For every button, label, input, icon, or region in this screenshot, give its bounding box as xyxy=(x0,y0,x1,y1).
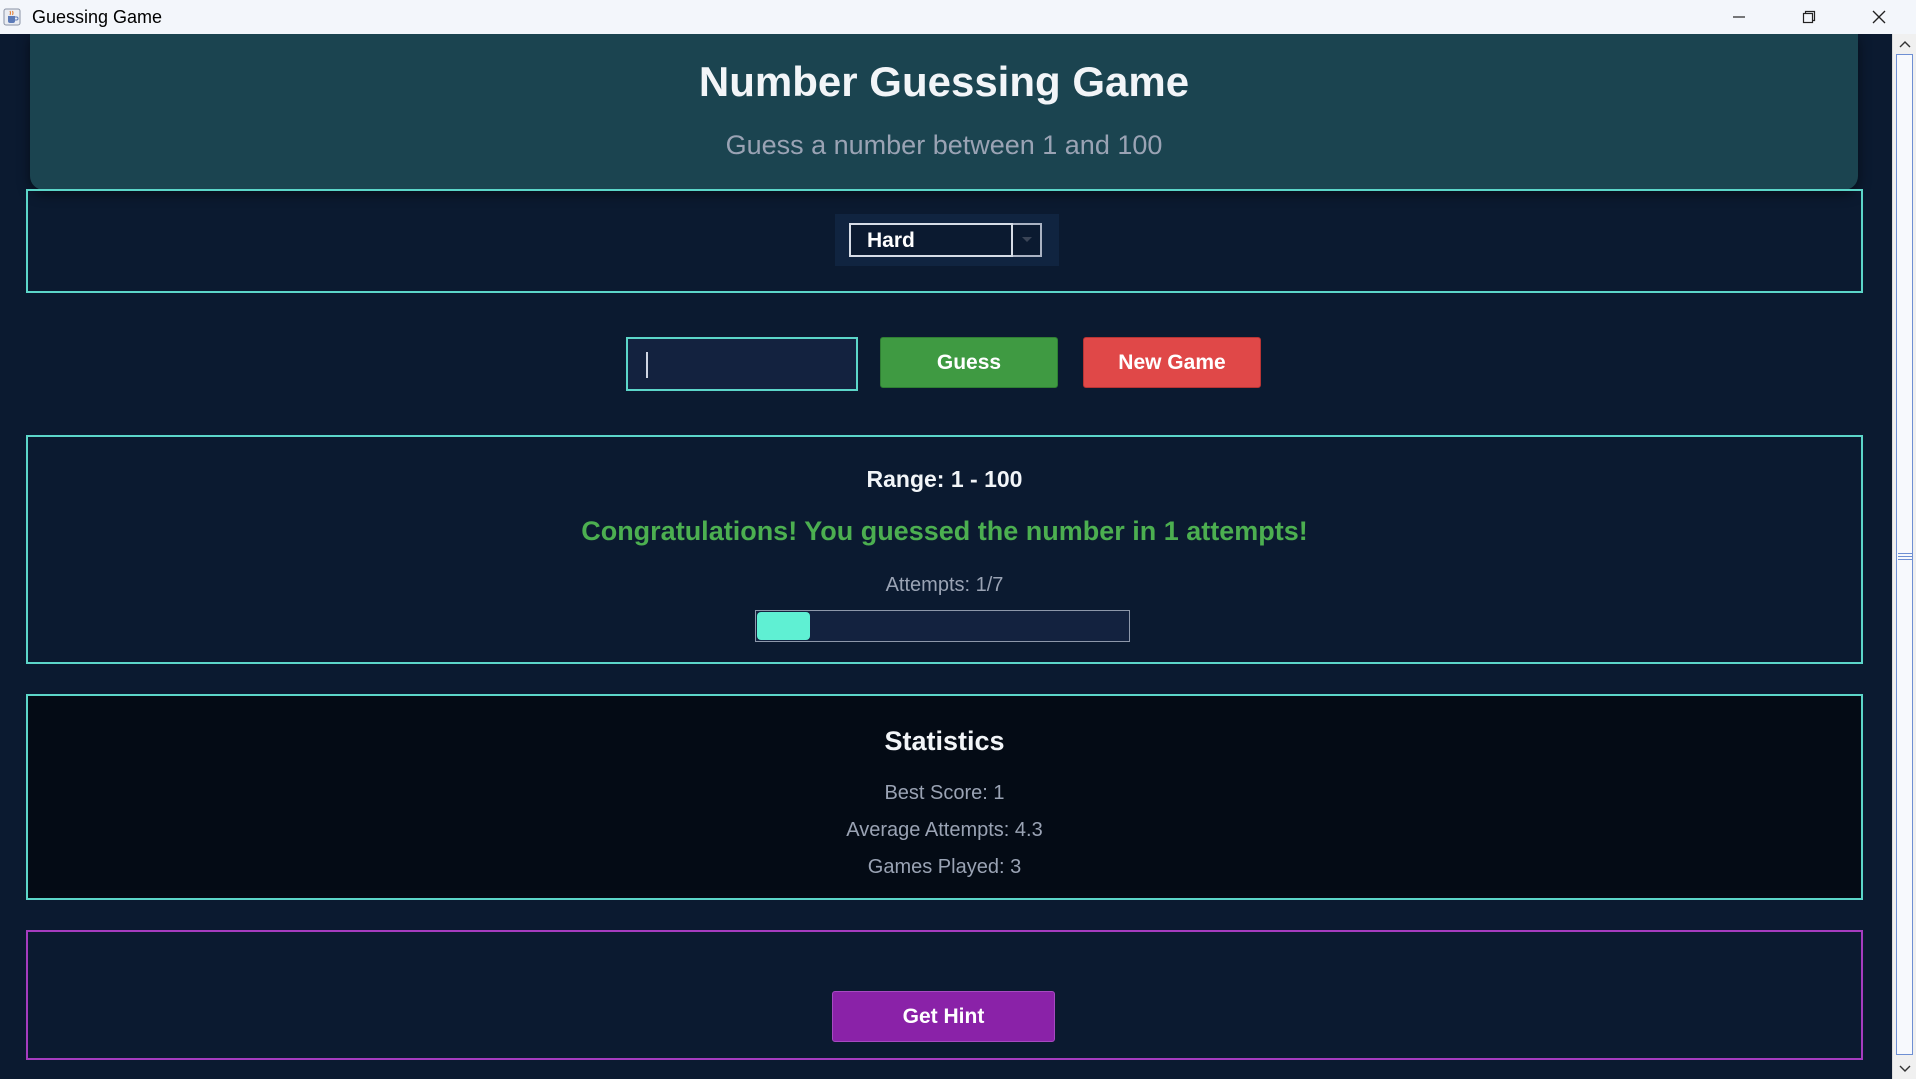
close-button[interactable] xyxy=(1846,0,1912,34)
attempts-label: Attempts: 1/7 xyxy=(885,574,1004,596)
get-hint-button[interactable]: Get Hint xyxy=(832,991,1055,1042)
minimize-icon xyxy=(1733,16,1745,18)
java-cup-icon xyxy=(3,8,21,26)
arrow-down-icon xyxy=(1899,1065,1911,1072)
scrollbar-grip xyxy=(1898,553,1913,562)
vertical-scrollbar[interactable] xyxy=(1892,34,1916,1079)
difficulty-combo-wrapper: Hard xyxy=(835,214,1059,266)
range-label: Range: 1 - 100 xyxy=(866,466,1023,492)
header-panel: Number Guessing Game Guess a number betw… xyxy=(30,34,1858,190)
status-panel: Range: 1 - 100 Congratulations! You gues… xyxy=(26,435,1863,664)
page-title: Number Guessing Game xyxy=(698,58,1190,105)
guess-input[interactable] xyxy=(626,337,858,391)
average-attempts: Average Attempts: 4.3 xyxy=(846,819,1043,841)
window-title-bar: Guessing Game xyxy=(0,0,1916,35)
scroll-down-button[interactable] xyxy=(1893,1059,1916,1079)
restore-icon xyxy=(1802,10,1816,24)
statistics-title: Statistics xyxy=(884,726,1005,756)
window-title: Guessing Game xyxy=(32,7,163,27)
difficulty-dropdown-button[interactable] xyxy=(1013,223,1042,257)
guess-button[interactable]: Guess xyxy=(880,337,1058,388)
minimize-button[interactable] xyxy=(1706,0,1772,34)
games-played: Games Played: 3 xyxy=(867,856,1022,878)
difficulty-select[interactable]: Hard xyxy=(849,223,1013,257)
new-game-button[interactable]: New Game xyxy=(1083,337,1261,388)
best-score: Best Score: 1 xyxy=(884,782,1005,804)
text-caret xyxy=(646,352,648,378)
restore-button[interactable] xyxy=(1776,0,1842,34)
progress-fill xyxy=(757,612,810,640)
chevron-down-icon xyxy=(1021,237,1032,242)
result-message: Congratulations! You guessed the number … xyxy=(581,516,1308,546)
statistics-panel: Statistics Best Score: 1 Average Attempt… xyxy=(26,694,1863,900)
page-subtitle: Guess a number between 1 and 100 xyxy=(725,130,1163,160)
close-icon xyxy=(1872,10,1886,24)
arrow-up-icon xyxy=(1899,41,1911,48)
attempts-progress-bar xyxy=(755,610,1130,642)
scroll-up-button[interactable] xyxy=(1893,34,1916,54)
difficulty-panel: Hard xyxy=(26,189,1863,293)
